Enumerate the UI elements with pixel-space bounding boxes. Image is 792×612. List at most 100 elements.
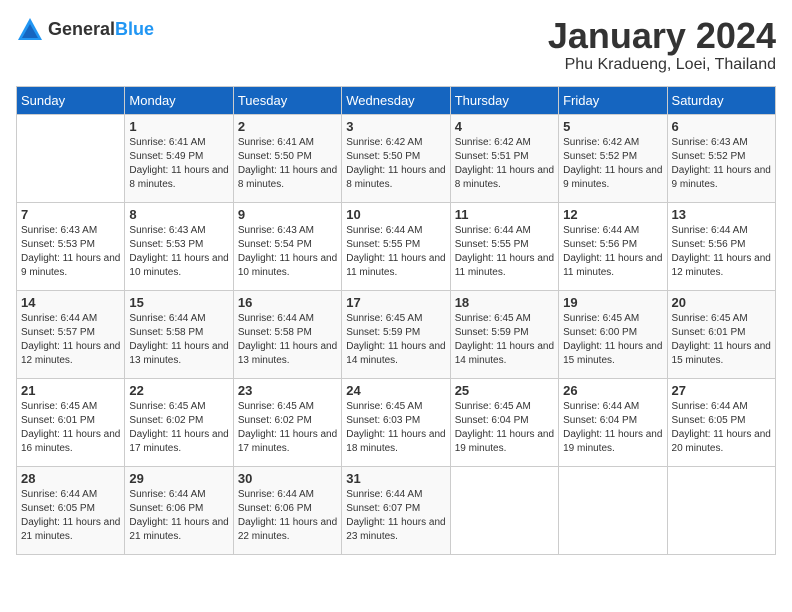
header-day-wednesday: Wednesday	[342, 86, 450, 114]
day-number: 11	[455, 207, 554, 222]
day-info: Sunrise: 6:41 AMSunset: 5:49 PMDaylight:…	[129, 136, 228, 192]
day-info: Sunrise: 6:45 AMSunset: 5:59 PMDaylight:…	[455, 312, 554, 368]
day-number: 29	[129, 471, 228, 486]
day-number: 21	[21, 383, 120, 398]
header-day-sunday: Sunday	[17, 86, 125, 114]
day-number: 18	[455, 295, 554, 310]
day-info: Sunrise: 6:45 AMSunset: 6:02 PMDaylight:…	[129, 400, 228, 456]
day-number: 13	[672, 207, 771, 222]
day-number: 30	[238, 471, 337, 486]
calendar-cell: 12 Sunrise: 6:44 AMSunset: 5:56 PMDayligh…	[559, 202, 667, 290]
calendar-cell: 28 Sunrise: 6:44 AMSunset: 6:05 PMDayligh…	[17, 466, 125, 554]
day-number: 8	[129, 207, 228, 222]
day-info: Sunrise: 6:44 AMSunset: 6:05 PMDaylight:…	[672, 400, 771, 456]
calendar-cell: 4Sunrise: 6:42 AMSunset: 5:51 PMDaylight…	[450, 114, 558, 202]
week-row-1: 1 Sunrise: 6:41 AMSunset: 5:49 PMDaylight…	[17, 114, 776, 202]
week-row-2: 7 Sunrise: 6:43 AMSunset: 5:53 PMDaylight…	[17, 202, 776, 290]
day-number: 6	[672, 119, 771, 134]
day-info: Sunrise: 6:45 AMSunset: 6:00 PMDaylight:…	[563, 312, 662, 368]
week-row-4: 21 Sunrise: 6:45 AMSunset: 6:01 PMDayligh…	[17, 378, 776, 466]
day-info: Sunrise: 6:45 AMSunset: 6:01 PMDaylight:…	[21, 400, 120, 456]
calendar-cell: 5 Sunrise: 6:42 AMSunset: 5:52 PMDaylight…	[559, 114, 667, 202]
header-day-thursday: Thursday	[450, 86, 558, 114]
calendar-cell: 3 Sunrise: 6:42 AMSunset: 5:50 PMDaylight…	[342, 114, 450, 202]
calendar-cell: 14 Sunrise: 6:44 AMSunset: 5:57 PMDayligh…	[17, 290, 125, 378]
day-number: 3	[346, 119, 445, 134]
day-number: 20	[672, 295, 771, 310]
day-info: Sunrise: 6:44 AMSunset: 5:58 PMDaylight:…	[238, 312, 337, 368]
day-info: Sunrise: 6:44 AMSunset: 5:56 PMDaylight:…	[563, 224, 662, 280]
calendar-cell: 15Sunrise: 6:44 AMSunset: 5:58 PMDayligh…	[125, 290, 233, 378]
day-number: 12	[563, 207, 662, 222]
day-info: Sunrise: 6:44 AMSunset: 5:56 PMDaylight:…	[672, 224, 771, 280]
day-number: 16	[238, 295, 337, 310]
week-row-5: 28 Sunrise: 6:44 AMSunset: 6:05 PMDayligh…	[17, 466, 776, 554]
day-info: Sunrise: 6:42 AMSunset: 5:50 PMDaylight:…	[346, 136, 445, 192]
calendar-cell: 24 Sunrise: 6:45 AMSunset: 6:03 PMDayligh…	[342, 378, 450, 466]
calendar-cell: 30 Sunrise: 6:44 AMSunset: 6:06 PMDayligh…	[233, 466, 341, 554]
header-day-friday: Friday	[559, 86, 667, 114]
day-info: Sunrise: 6:42 AMSunset: 5:52 PMDaylight:…	[563, 136, 662, 192]
day-number: 23	[238, 383, 337, 398]
calendar-cell: 21 Sunrise: 6:45 AMSunset: 6:01 PMDayligh…	[17, 378, 125, 466]
day-info: Sunrise: 6:41 AMSunset: 5:50 PMDaylight:…	[238, 136, 337, 192]
calendar-cell: 10 Sunrise: 6:44 AMSunset: 5:55 PMDayligh…	[342, 202, 450, 290]
calendar-cell: 31 Sunrise: 6:44 AMSunset: 6:07 PMDayligh…	[342, 466, 450, 554]
day-number: 1	[129, 119, 228, 134]
day-number: 28	[21, 471, 120, 486]
day-info: Sunrise: 6:45 AMSunset: 6:04 PMDaylight:…	[455, 400, 554, 456]
day-number: 17	[346, 295, 445, 310]
calendar-cell: 19 Sunrise: 6:45 AMSunset: 6:00 PMDayligh…	[559, 290, 667, 378]
logo-icon	[16, 16, 44, 44]
day-info: Sunrise: 6:43 AMSunset: 5:52 PMDaylight:…	[672, 136, 771, 192]
day-number: 7	[21, 207, 120, 222]
day-number: 25	[455, 383, 554, 398]
calendar-cell: 9Sunrise: 6:43 AMSunset: 5:54 PMDaylight…	[233, 202, 341, 290]
calendar-cell: 13 Sunrise: 6:44 AMSunset: 5:56 PMDayligh…	[667, 202, 775, 290]
day-number: 24	[346, 383, 445, 398]
calendar-cell: 22 Sunrise: 6:45 AMSunset: 6:02 PMDayligh…	[125, 378, 233, 466]
day-info: Sunrise: 6:44 AMSunset: 5:57 PMDaylight:…	[21, 312, 120, 368]
header-day-saturday: Saturday	[667, 86, 775, 114]
day-number: 22	[129, 383, 228, 398]
day-info: Sunrise: 6:45 AMSunset: 6:02 PMDaylight:…	[238, 400, 337, 456]
calendar-cell	[17, 114, 125, 202]
calendar-cell	[450, 466, 558, 554]
day-info: Sunrise: 6:44 AMSunset: 6:06 PMDaylight:…	[129, 488, 228, 544]
day-number: 9	[238, 207, 337, 222]
header-day-monday: Monday	[125, 86, 233, 114]
day-info: Sunrise: 6:43 AMSunset: 5:53 PMDaylight:…	[21, 224, 120, 280]
day-info: Sunrise: 6:45 AMSunset: 6:01 PMDaylight:…	[672, 312, 771, 368]
logo-general-text: GeneralBlue	[48, 20, 154, 40]
calendar-cell: 16 Sunrise: 6:44 AMSunset: 5:58 PMDayligh…	[233, 290, 341, 378]
calendar-cell: 26 Sunrise: 6:44 AMSunset: 6:04 PMDayligh…	[559, 378, 667, 466]
day-number: 31	[346, 471, 445, 486]
calendar-cell: 11 Sunrise: 6:44 AMSunset: 5:55 PMDayligh…	[450, 202, 558, 290]
header-row: SundayMondayTuesdayWednesdayThursdayFrid…	[17, 86, 776, 114]
day-number: 5	[563, 119, 662, 134]
day-info: Sunrise: 6:44 AMSunset: 5:58 PMDaylight:…	[129, 312, 228, 368]
day-info: Sunrise: 6:44 AMSunset: 6:06 PMDaylight:…	[238, 488, 337, 544]
calendar-cell: 23 Sunrise: 6:45 AMSunset: 6:02 PMDayligh…	[233, 378, 341, 466]
day-number: 10	[346, 207, 445, 222]
day-info: Sunrise: 6:44 AMSunset: 5:55 PMDaylight:…	[346, 224, 445, 280]
calendar-title: January 2024	[548, 16, 776, 56]
day-info: Sunrise: 6:45 AMSunset: 6:03 PMDaylight:…	[346, 400, 445, 456]
calendar-cell: 20 Sunrise: 6:45 AMSunset: 6:01 PMDayligh…	[667, 290, 775, 378]
day-info: Sunrise: 6:43 AMSunset: 5:53 PMDaylight:…	[129, 224, 228, 280]
calendar-table: SundayMondayTuesdayWednesdayThursdayFrid…	[16, 86, 776, 555]
calendar-cell: 2Sunrise: 6:41 AMSunset: 5:50 PMDaylight…	[233, 114, 341, 202]
day-info: Sunrise: 6:44 AMSunset: 6:05 PMDaylight:…	[21, 488, 120, 544]
day-info: Sunrise: 6:44 AMSunset: 6:07 PMDaylight:…	[346, 488, 445, 544]
day-info: Sunrise: 6:42 AMSunset: 5:51 PMDaylight:…	[455, 136, 554, 192]
calendar-cell: 17Sunrise: 6:45 AMSunset: 5:59 PMDayligh…	[342, 290, 450, 378]
day-info: Sunrise: 6:44 AMSunset: 5:55 PMDaylight:…	[455, 224, 554, 280]
day-number: 26	[563, 383, 662, 398]
title-block: January 2024 Phu Kradueng, Loei, Thailan…	[548, 16, 776, 74]
day-number: 14	[21, 295, 120, 310]
calendar-cell	[667, 466, 775, 554]
day-number: 27	[672, 383, 771, 398]
calendar-cell: 6 Sunrise: 6:43 AMSunset: 5:52 PMDaylight…	[667, 114, 775, 202]
day-number: 19	[563, 295, 662, 310]
day-info: Sunrise: 6:44 AMSunset: 6:04 PMDaylight:…	[563, 400, 662, 456]
